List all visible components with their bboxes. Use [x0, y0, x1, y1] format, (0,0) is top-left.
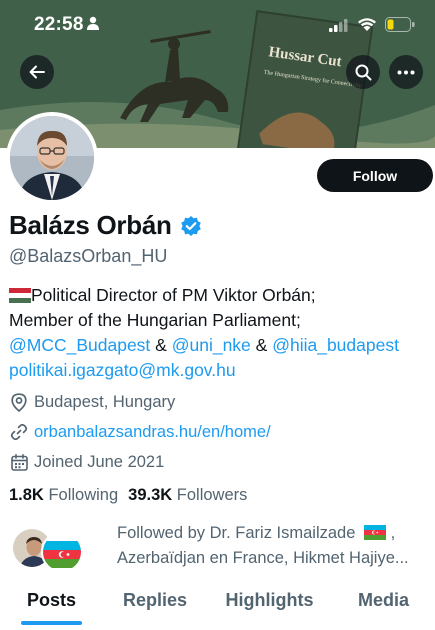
battery-icon [385, 17, 415, 32]
bio-line-2: Member of the Hungarian Parliament; [9, 310, 301, 330]
ampersand-2: & [250, 335, 273, 355]
azerbaijan-flag-icon [364, 525, 387, 540]
back-button[interactable] [20, 55, 54, 89]
tab-media[interactable]: Media [332, 580, 435, 630]
arrow-left-icon [29, 65, 45, 79]
followed-by-line-2: Azerbaïdjan en France, Hikmet Hajiye... [117, 549, 409, 567]
website-link[interactable]: orbanbalazsandras.hu/en/home/ [34, 423, 271, 442]
email-link[interactable]: politikai.igazgato@mk.gov.hu [9, 360, 236, 380]
wifi-icon [358, 18, 376, 31]
following-label: Following [48, 486, 119, 504]
follow-counts: 1.8K Following 39.3K Followers [9, 486, 247, 505]
profile-avatar[interactable] [6, 112, 98, 204]
bio-title: Political Director of PM Viktor Orbán; [31, 285, 316, 305]
active-tab-indicator [21, 621, 82, 625]
followed-by-text: Followed by Dr. Fariz Ismailzade , Azerb… [117, 521, 435, 571]
profile-bio: Political Director of PM Viktor Orbán; M… [9, 283, 434, 383]
bio-line-4: politikai.igazgato@mk.gov.hu [9, 358, 434, 383]
clock: 22:58 [34, 14, 84, 35]
person-icon [87, 16, 99, 30]
followed-by-avatars [11, 527, 89, 573]
profile-name-row: Balázs Orbán [9, 210, 202, 241]
bio-line-1: Political Director of PM Viktor Orbán; [9, 283, 434, 308]
joined-text: Joined June 2021 [34, 452, 165, 471]
location-row: Budapest, Hungary [9, 392, 175, 412]
follow-button[interactable]: Follow [317, 159, 433, 192]
display-name: Balázs Orbán [9, 210, 172, 240]
mention-mcc-budapest[interactable]: @MCC_Budapest [9, 335, 150, 355]
avatar-portrait [10, 116, 94, 200]
location-text: Budapest, Hungary [34, 392, 176, 411]
joined-row: Joined June 2021 [9, 452, 164, 472]
followed-by-section[interactable]: Followed by Dr. Fariz Ismailzade , Azerb… [9, 519, 435, 575]
followers-label: Followers [176, 486, 248, 504]
hungary-flag-icon [9, 288, 31, 303]
followers-count-link[interactable]: 39.3K Followers [128, 486, 247, 505]
following-count: 1.8K [9, 486, 44, 504]
user-handle: @BalazsOrban_HU [9, 246, 168, 266]
more-horizontal-icon [397, 70, 415, 74]
following-count-link[interactable]: 1.8K Following [9, 486, 118, 505]
website-row: orbanbalazsandras.hu/en/home/ [9, 422, 271, 442]
more-options-button[interactable] [389, 55, 423, 89]
follower-avatar-2 [41, 531, 83, 573]
status-bar: 22:58 [0, 0, 435, 48]
link-icon [10, 423, 28, 441]
bio-line-3: @MCC_Budapest & @uni_nke & @hiia_budapes… [9, 333, 434, 358]
verified-badge-icon[interactable] [180, 215, 202, 237]
followers-count: 39.3K [128, 486, 173, 504]
search-button[interactable] [346, 55, 380, 89]
mention-hiia-budapest[interactable]: @hiia_budapest [272, 335, 399, 355]
ampersand-1: & [150, 335, 172, 355]
signal-icon [329, 18, 348, 32]
search-icon [355, 64, 371, 80]
azerbaijan-flag-icon [43, 533, 81, 571]
followed-by-line-1: Followed by Dr. Fariz Ismailzade , [117, 524, 396, 542]
tab-replies[interactable]: Replies [103, 580, 207, 630]
calendar-icon [10, 453, 28, 471]
mention-uni-nke[interactable]: @uni_nke [172, 335, 251, 355]
tab-highlights[interactable]: Highlights [207, 580, 332, 630]
location-pin-icon [11, 392, 27, 412]
